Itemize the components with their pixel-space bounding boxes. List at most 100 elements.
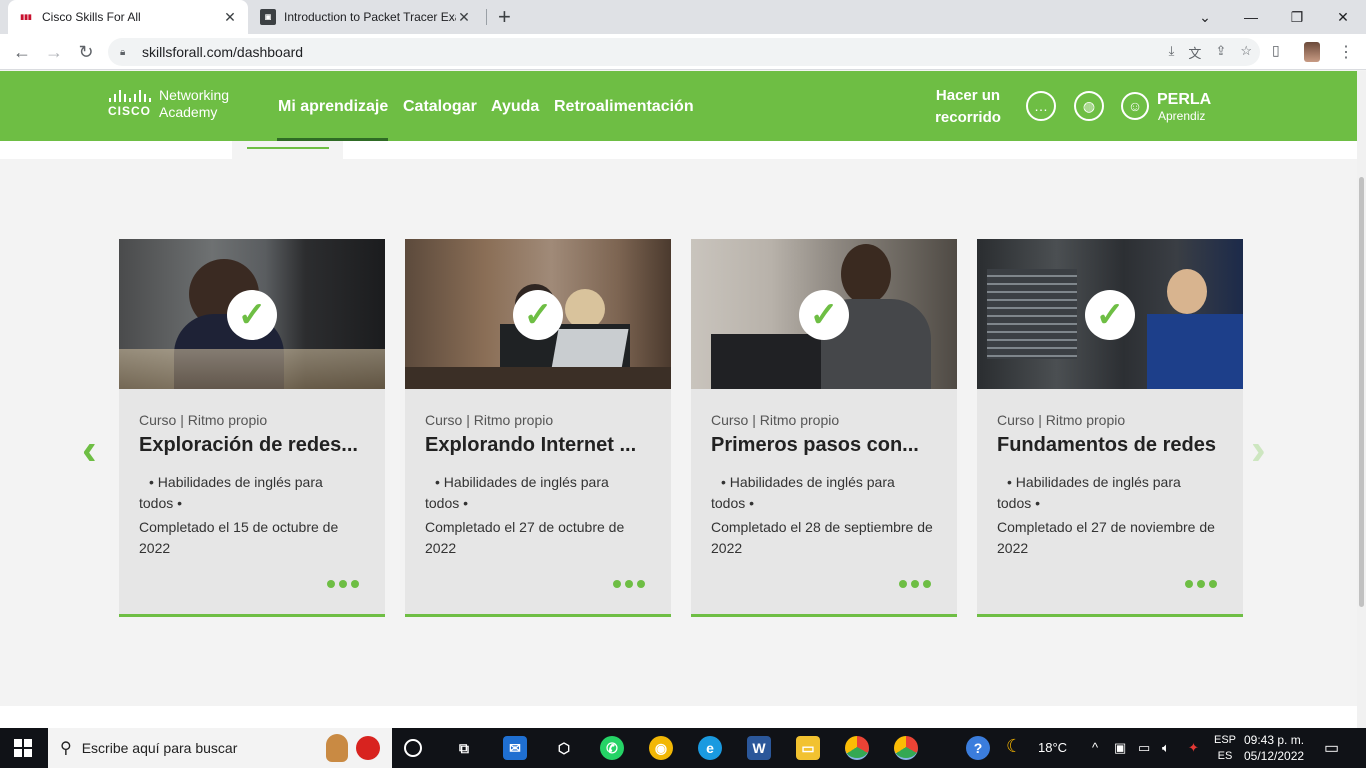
notifications-icon[interactable]: ▭ (1324, 738, 1339, 758)
course-title[interactable]: Exploración de redes... (139, 434, 375, 457)
completion-date: Completado el 27 de noviembre de 2022 (997, 519, 1215, 556)
edge-icon[interactable]: e (698, 736, 722, 760)
network-icon[interactable]: ▣ (1114, 740, 1126, 756)
temperature[interactable]: 18°C (1038, 740, 1067, 755)
tab-packet-tracer[interactable]: ▣ Introduction to Packet Tracer Exa ✕ (250, 0, 482, 34)
search-placeholder: Escribe aquí para buscar (81, 740, 238, 756)
carousel-prev-arrow-icon[interactable]: ‹ (82, 428, 97, 472)
window-close-button[interactable]: ✕ (1320, 0, 1366, 34)
restore-button[interactable]: ❐ (1274, 0, 1320, 34)
language-indicator[interactable]: ESP ES (1214, 732, 1236, 764)
url-field[interactable]: 🔒︎ skillsforall.com/dashboard ⤓ 文 ⇪ ☆ (108, 38, 1260, 66)
lang-top: ESP (1214, 734, 1237, 746)
word-icon[interactable]: W (747, 736, 771, 760)
more-options-icon[interactable] (613, 580, 645, 588)
minimize-button[interactable]: — (1228, 0, 1274, 34)
site-header: CISCO Networking Academy Mi aprendizaje … (0, 71, 1357, 141)
nav-retroalimentacion[interactable]: Retroalimentación (554, 98, 694, 116)
more-options-icon[interactable] (899, 580, 931, 588)
course-card[interactable]: ✓ Curso | Ritmo propio Explorando Intern… (405, 239, 671, 617)
packet-tracer-favicon-icon: ▣ (260, 9, 276, 25)
close-icon[interactable]: ✕ (222, 9, 238, 26)
course-tags: • Habilidades de inglés para todos • (139, 472, 359, 514)
side-panel-icon[interactable]: ▯ (1272, 42, 1280, 59)
completed-check-icon: ✓ (513, 290, 563, 340)
user-name[interactable]: PERLA (1157, 91, 1211, 109)
help-icon[interactable]: ? (966, 736, 990, 760)
subtab-active[interactable] (232, 141, 343, 159)
install-icon[interactable]: ⤓ (1169, 43, 1175, 62)
tour-button[interactable]: Hacer un recorrido (928, 85, 1008, 129)
cortana-icon[interactable] (404, 739, 422, 757)
clock-date: 05/12/2022 (1244, 749, 1305, 763)
tab-search-chevron-icon[interactable]: ⌄ (1182, 0, 1228, 34)
course-card[interactable]: ✓ Curso | Ritmo propio Primeros pasos co… (691, 239, 957, 617)
taskbar-clock[interactable]: 09:43 p. m. 05/12/2022 (1244, 732, 1304, 764)
cisco-networking-academy-logo[interactable]: CISCO Networking Academy (108, 87, 229, 121)
more-options-icon[interactable] (1185, 580, 1217, 588)
course-image: ✓ (119, 239, 385, 389)
globe-icon[interactable]: ◍ (1074, 91, 1104, 121)
course-title[interactable]: Fundamentos de redes (997, 434, 1233, 457)
gingerbread-doodle-icon[interactable] (326, 734, 348, 762)
dropbox-icon[interactable]: ✦ (1188, 740, 1199, 756)
file-explorer-icon[interactable]: ▭ (796, 736, 820, 760)
course-tags: • Habilidades de inglés para todos • (997, 472, 1217, 514)
nav-catalogar[interactable]: Catalogar (403, 98, 477, 116)
course-meta: Curso | Ritmo propio (139, 412, 268, 428)
menu-kebab-icon[interactable]: ⋮ (1338, 42, 1354, 62)
forward-button[interactable]: → (42, 40, 66, 64)
course-tag-line: todos • (139, 495, 183, 511)
course-card[interactable]: ✓ Curso | Ritmo propio Fundamentos de re… (977, 239, 1243, 617)
course-card[interactable]: ✓ Curso | Ritmo propio Exploración de re… (119, 239, 385, 617)
battery-icon[interactable]: ▭ (1138, 740, 1150, 756)
tab-cisco-skills[interactable]: ▮▮▮ Cisco Skills For All ✕ (8, 0, 248, 34)
more-options-icon[interactable] (327, 580, 359, 588)
christmas-ornament-icon[interactable] (356, 736, 380, 760)
weather-moon-icon[interactable]: ☾ (1006, 736, 1022, 757)
reload-button[interactable]: ↻ (74, 40, 98, 64)
chat-icon[interactable]: … (1026, 91, 1056, 121)
chrome-icon[interactable] (845, 736, 869, 760)
volume-icon[interactable]: 🔈︎ (1162, 740, 1170, 756)
new-tab-button[interactable]: + (498, 4, 511, 30)
tray-chevron-icon[interactable]: ^ (1092, 740, 1098, 755)
tab-title: Introduction to Packet Tracer Exa (284, 10, 456, 24)
shield-app-icon[interactable]: ◉ (649, 736, 673, 760)
carousel-next-arrow-icon[interactable]: › (1251, 428, 1266, 472)
clock-time: 09:43 p. m. (1244, 733, 1305, 747)
taskbar-search-box[interactable]: ⚲ Escribe aquí para buscar (48, 728, 392, 768)
whatsapp-icon[interactable]: ✆ (600, 736, 624, 760)
back-button[interactable]: ← (10, 40, 34, 64)
bookmark-star-icon[interactable]: ☆ (1240, 43, 1252, 62)
mail-icon[interactable]: ✉ (503, 736, 527, 760)
app-hexagon-icon[interactable]: ⬡ (552, 736, 576, 760)
nav-ayuda[interactable]: Ayuda (491, 98, 539, 116)
lang-bottom: ES (1217, 750, 1233, 762)
completion-date: Completado el 28 de septiembre de 2022 (711, 519, 933, 556)
windows-start-icon[interactable] (14, 739, 32, 757)
page-scrollbar[interactable] (1357, 71, 1366, 728)
completed-check-icon: ✓ (227, 290, 277, 340)
user-role: Aprendiz (1158, 109, 1206, 123)
scrollbar-thumb[interactable] (1359, 177, 1364, 607)
course-title[interactable]: Primeros pasos con... (711, 434, 947, 457)
lock-icon[interactable]: 🔒︎ (120, 47, 132, 58)
course-tags: • Habilidades de inglés para todos • (425, 472, 645, 514)
user-icon[interactable]: ☺ (1121, 92, 1149, 120)
cisco-logo-mark: CISCO (108, 90, 151, 118)
share-icon[interactable]: ⇪ (1215, 43, 1226, 62)
nav-mi-aprendizaje[interactable]: Mi aprendizaje (278, 98, 388, 116)
course-tag-line: todos • (425, 495, 469, 511)
course-carousel: ‹ › ✓ Curso | Ritmo propio Exploración d… (0, 159, 1357, 706)
task-view-icon[interactable]: ⧉ (452, 736, 476, 760)
profile-avatar[interactable] (1304, 42, 1320, 62)
chrome-profile-icon[interactable] (894, 736, 918, 760)
course-tag-line: todos • (997, 495, 1041, 511)
course-tag-line: todos • (711, 495, 755, 511)
close-icon[interactable]: ✕ (456, 9, 472, 26)
course-title[interactable]: Explorando Internet ... (425, 434, 661, 457)
translate-icon[interactable]: 文 (1188, 43, 1201, 62)
cisco-bars-icon (108, 90, 151, 102)
windows-taskbar: ⚲ Escribe aquí para buscar ⧉ ✉ ⬡ ✆ ◉ e W… (0, 728, 1366, 768)
